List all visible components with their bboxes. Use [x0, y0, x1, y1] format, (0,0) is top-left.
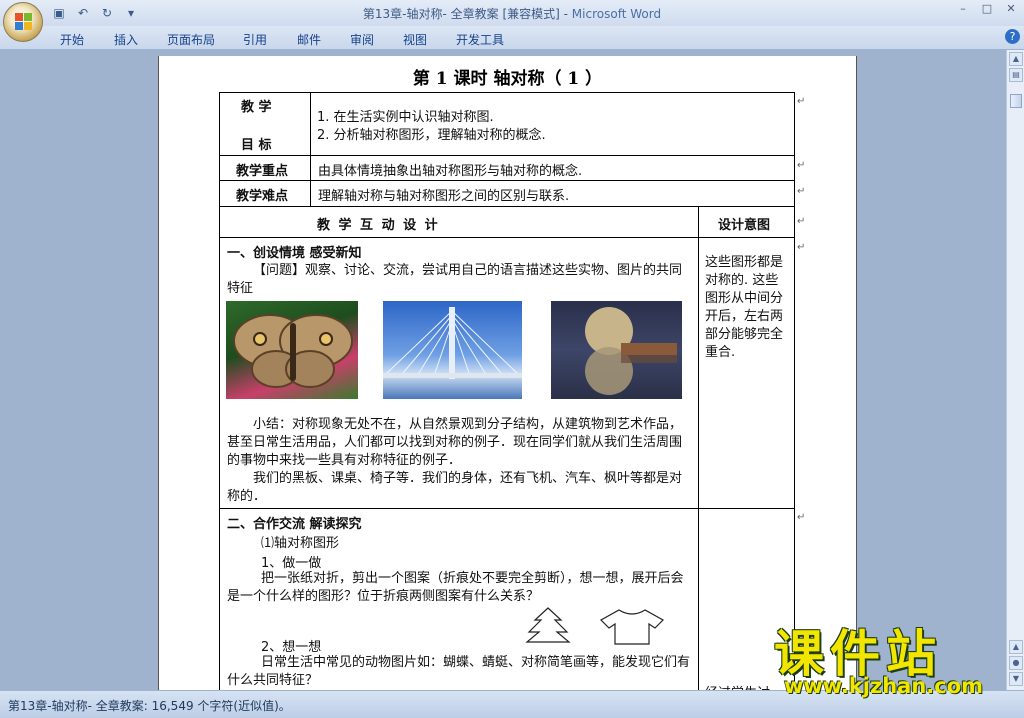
shirt-cutout-figure — [600, 609, 664, 645]
section2-intent-tail: 经过学生讨 — [705, 682, 770, 690]
tab-insert[interactable]: 插入 — [114, 31, 138, 48]
moon-reflection-image — [551, 301, 682, 399]
vertical-scrollbar[interactable]: ▲ ▤ ▲ ● ▼ — [1006, 50, 1024, 690]
goal-line-1: 1. 在生活实例中认识轴对称图. — [317, 110, 494, 125]
status-text: 第13章-轴对称- 全章教案: 16,549 个字符(近似值)。 — [8, 699, 291, 713]
goal-label-2: 目 标 — [241, 138, 272, 153]
key-label: 教学重点 — [236, 164, 289, 179]
document-title: 第13章-轴对称- 全章教案 [兼容模式] - — [362, 7, 572, 21]
key-text: 由具体情境抽象出轴对称图形与轴对称的概念. — [318, 164, 583, 179]
scroll-thumb[interactable] — [1010, 94, 1022, 108]
difficulty-label: 教学难点 — [236, 189, 289, 204]
prev-page-icon[interactable]: ▲ — [1009, 640, 1023, 654]
close-button[interactable]: ✕ — [1004, 2, 1018, 15]
maximize-button[interactable]: □ — [980, 2, 994, 15]
help-icon[interactable]: ? — [1005, 29, 1020, 44]
row-end-mark: ↵ — [797, 242, 806, 253]
section2-step2-text: 日常生活中常见的动物图片如：蝴蝶、蜻蜓、对称简笔画等，能发现它们有什么共同特征？ — [227, 655, 691, 688]
section2-sub1: ⑴轴对称图形 — [261, 536, 340, 551]
design-header: 教 学 互 动 设 计 — [317, 218, 440, 233]
goal-line-2: 2. 分析轴对称图形，理解轴对称的概念. — [317, 128, 546, 143]
row-end-mark: ↵ — [797, 186, 806, 197]
intent-header: 设计意图 — [718, 218, 771, 233]
section1-question: 【问题】观察、讨论、交流，尝试用自己的语言描述这些实物、图片的共同特征 — [227, 263, 683, 296]
tab-home[interactable]: 开始 — [60, 31, 84, 48]
document-area: 第 1 课时 轴对称（ 1 ） 教 学 目 标 1. 在生活实例中认识轴对称图.… — [0, 50, 1006, 690]
tab-review[interactable]: 审阅 — [350, 31, 374, 48]
office-button[interactable] — [3, 2, 43, 42]
goal-label-1: 教 学 — [241, 100, 272, 115]
window-controls: – □ ✕ — [956, 2, 1018, 15]
design-header-cell — [219, 206, 699, 238]
ruler-toggle-icon[interactable]: ▤ — [1009, 68, 1023, 82]
page-heading: 第 1 课时 轴对称（ 1 ） — [412, 69, 603, 89]
section2-step1-text: 把一张纸对折，剪出一个图案（折痕处不要完全剪断），想一想，展开后会是一个什么样的… — [227, 571, 684, 604]
section1-examples: 我们的黑板、课桌、椅子等．我们的身体，还有飞机、汽车、枫叶等都是对称的． — [227, 471, 683, 504]
tab-developer[interactable]: 开发工具 — [456, 31, 504, 48]
section2-step2: 2、想一想 — [261, 640, 322, 655]
office-logo-icon — [15, 13, 33, 31]
tab-view[interactable]: 视图 — [403, 31, 427, 48]
browse-object-icon[interactable]: ● — [1009, 656, 1023, 670]
butterfly-image — [226, 301, 358, 399]
scroll-up-icon[interactable]: ▲ — [1009, 52, 1023, 66]
document-page[interactable]: 第 1 课时 轴对称（ 1 ） 教 学 目 标 1. 在生活实例中认识轴对称图.… — [158, 56, 857, 690]
row-end-mark: ↵ — [797, 216, 806, 227]
section1-intent: 这些图形都是对称的. 这些图形从中间分开后，左右两部分能够完全重合. — [705, 255, 784, 360]
bridge-image — [383, 301, 522, 399]
section2-step1: 1、做一做 — [261, 556, 322, 571]
tab-references[interactable]: 引用 — [243, 31, 267, 48]
tree-cutout-figure — [525, 607, 571, 643]
ribbon-tabs: 开始 插入 页面布局 引用 邮件 审阅 视图 开发工具 — [0, 26, 1024, 50]
window-title: 第13章-轴对称- 全章教案 [兼容模式] - Microsoft Word — [0, 5, 1024, 22]
watermark-url: www.kjzhan.com — [784, 674, 984, 698]
minimize-button[interactable]: – — [956, 2, 970, 15]
title-bar: ▣ ↶ ↻ ▾ 第13章-轴对称- 全章教案 [兼容模式] - Microsof… — [0, 0, 1024, 26]
section1-title: 一、创设情境 感受新知 — [227, 246, 362, 261]
row-end-mark: ↵ — [797, 160, 806, 171]
section1-summary: 小结：对称现象无处不在，从自然景观到分子结构，从建筑物到艺术作品，甚至日常生活用… — [227, 417, 683, 468]
difficulty-text: 理解轴对称与轴对称图形之间的区别与联系. — [318, 189, 570, 204]
row-end-mark: ↵ — [797, 512, 806, 523]
tab-page-layout[interactable]: 页面布局 — [167, 31, 215, 48]
next-page-icon[interactable]: ▼ — [1009, 672, 1023, 686]
tab-mailings[interactable]: 邮件 — [297, 31, 321, 48]
row-end-mark: ↵ — [797, 96, 806, 107]
section2-title: 二、合作交流 解读探究 — [227, 517, 362, 532]
app-name: Microsoft Word — [571, 7, 662, 21]
